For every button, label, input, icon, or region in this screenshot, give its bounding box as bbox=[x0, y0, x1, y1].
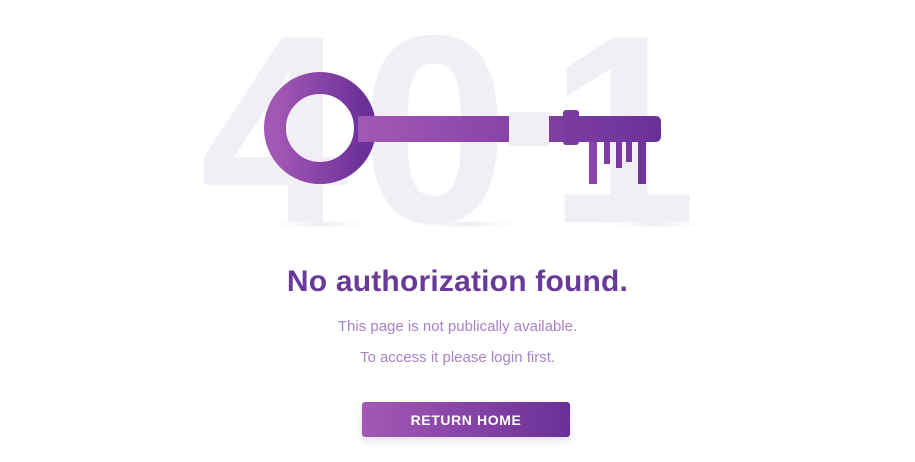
error-page: 4 0 1 No authorization found. This page … bbox=[0, 0, 915, 462]
return-home-button[interactable]: RETURN HOME bbox=[362, 402, 570, 437]
error-description-line-2: To access it please login first. bbox=[359, 349, 556, 366]
error-heading: No authorization found. bbox=[286, 265, 629, 298]
error-description-line-1: This page is not publically available. bbox=[337, 318, 578, 335]
error-illustration: 4 0 1 bbox=[0, 0, 915, 250]
